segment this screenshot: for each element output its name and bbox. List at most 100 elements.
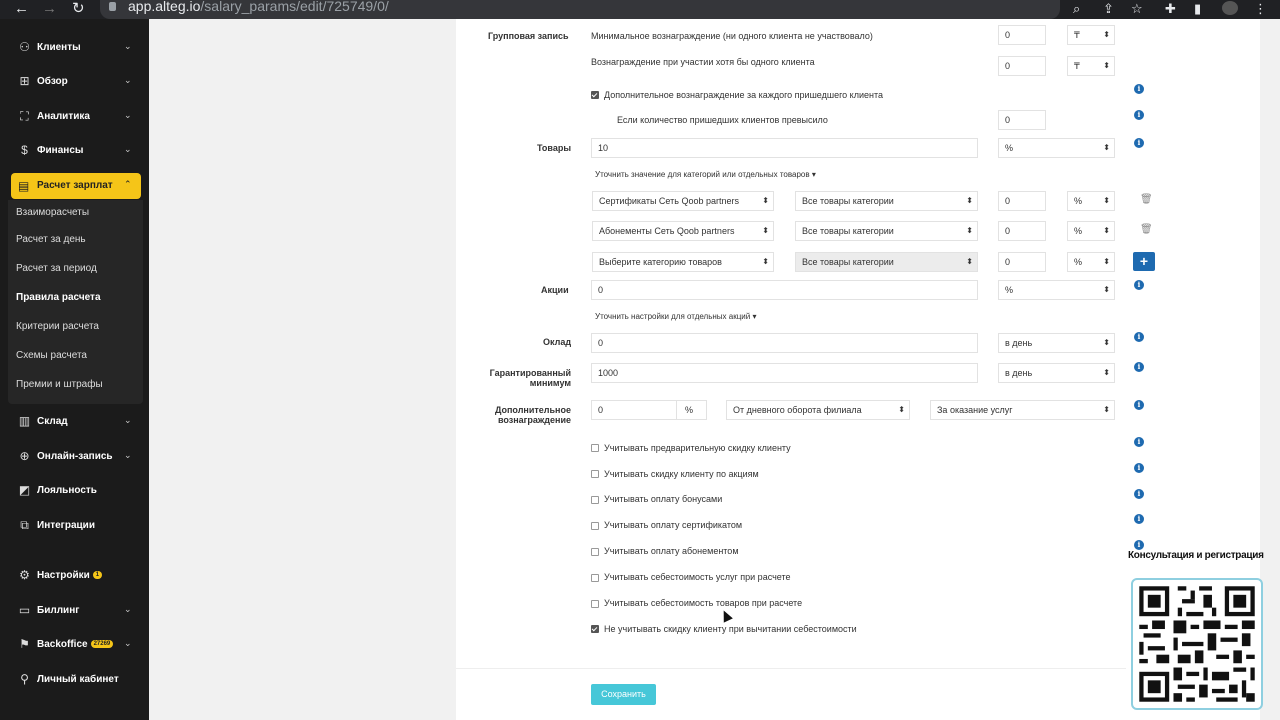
info-icon[interactable]: i [1134,84,1144,94]
goods-row-unit-select[interactable]: % ⬍ [1067,191,1115,211]
promo-refine-link[interactable]: Уточнить настройки для отдельных акций ▾ [595,312,756,321]
info-icon[interactable]: i [1134,540,1144,550]
info-icon[interactable]: i [1134,138,1144,148]
extensions-icon[interactable]: ✚ [1165,1,1176,17]
sidebar-item-online-booking[interactable]: ⊕ Онлайн-запись ⌄ [0,442,149,472]
info-icon[interactable]: i [1134,489,1144,499]
min-reward-input[interactable]: 0 [998,25,1046,45]
select-value: % [1074,196,1083,206]
select-arrows-icon: ⬍ [762,196,769,205]
sidebar-sub-day[interactable]: Расчет за день [16,234,86,245]
select-arrows-icon: ⬍ [1103,257,1110,266]
goods-label: Товары [537,143,572,153]
salary-input[interactable]: 0 [591,333,978,353]
info-icon[interactable]: i [1134,400,1144,410]
info-icon[interactable]: i [1134,362,1144,372]
group-booking-label: Групповая запись [488,31,569,41]
sidebar-sub-period[interactable]: Расчет за период [16,263,97,274]
option-checkbox[interactable] [591,600,599,608]
guaranteed-input[interactable]: 1000 [591,363,978,383]
option-checkbox[interactable] [591,548,599,556]
goods-row-unit-select[interactable]: % ⬍ [1067,252,1115,272]
avatar[interactable] [1222,1,1238,15]
goods-row-category-select[interactable]: Сертификаты Сеть Qoob partners ⬍ [592,191,774,211]
reload-icon[interactable]: ↻ [72,0,85,19]
sidebar-sub-settlements[interactable]: Взаиморасчеты [16,207,89,218]
qr-code-panel[interactable] [1131,578,1263,710]
info-icon[interactable]: i [1134,437,1144,447]
option-checkbox[interactable] [591,625,599,633]
min-reward-unit-select[interactable]: ₸ ⬍ [1067,25,1115,45]
option-label: Учитывать себестоимость товаров при расч… [604,598,803,608]
goods-row-unit-select[interactable]: % ⬍ [1067,221,1115,241]
goods-row-value-input[interactable]: 0 [998,191,1046,211]
info-icon[interactable]: i [1134,110,1144,120]
sidebar-item-loyalty[interactable]: ◩ Лояльность [0,476,149,506]
trash-icon[interactable]: 🗑 [1140,224,1153,235]
goods-row-value-input[interactable]: 0 [998,252,1046,272]
additional-type-select[interactable]: За оказание услуг ⬍ [930,400,1115,420]
info-icon[interactable]: i [1134,280,1144,290]
sidepanel-icon[interactable]: ▮ [1194,1,1201,17]
goods-unit-select[interactable]: % ⬍ [998,138,1115,158]
select-value: Все товары категории [802,257,894,267]
sidebar-sub-schemes[interactable]: Схемы расчета [16,350,87,361]
sidebar-sub-criteria[interactable]: Критерии расчета [16,321,99,332]
search-icon[interactable]: ⌕ [1073,1,1080,17]
salary-label: Оклад [543,337,572,347]
option-checkbox[interactable] [591,470,599,478]
goods-row-product-select[interactable]: Все товары категории ⬍ [795,221,978,241]
additional-label: Дополнительное вознаграждение [487,405,571,425]
goods-row-category-select[interactable]: Абонементы Сеть Qoob partners ⬍ [592,221,774,241]
promo-unit-select[interactable]: % ⬍ [998,280,1115,300]
sidebar-item-analytics[interactable]: ⛶ Аналитика ⌄ [0,102,149,132]
threshold-input[interactable]: 0 [998,110,1046,130]
back-icon[interactable]: ← [14,0,29,19]
additional-input[interactable]: 0% [591,400,707,420]
goods-row-value-input[interactable]: 0 [998,221,1046,241]
guaranteed-period-select[interactable]: в день ⬍ [998,363,1115,383]
info-icon[interactable]: i [1134,463,1144,473]
sidebar-item-warehouse[interactable]: ▥ Склад ⌄ [0,407,149,437]
option-checkbox[interactable] [591,444,599,452]
url-path: /salary_params/edit/725749/0/ [200,0,389,14]
extra-reward-checkbox[interactable] [591,91,599,99]
option-checkbox[interactable] [591,574,599,582]
option-checkbox[interactable] [591,522,599,530]
one-client-input[interactable]: 0 [998,56,1046,76]
sidebar-item-label: Обзор [37,76,68,87]
sidebar-item-settings[interactable]: ⚙ Настройки 1 [0,561,149,591]
option-checkbox[interactable] [591,496,599,504]
forward-icon[interactable]: → [42,0,57,19]
goods-row-category-select[interactable]: Выберите категорию товаров ⬍ [592,252,774,272]
sidebar-item-finance[interactable]: $ Финансы ⌄ [0,136,149,166]
sidebar-item-backoffice[interactable]: ⚑ Backoffice 27269 ⌄ [0,630,149,660]
backoffice-badge: 27269 [90,640,114,648]
goods-row-product-select[interactable]: Все товары категории ⬍ [795,191,978,211]
goods-refine-link[interactable]: Уточнить значение для категорий или отде… [595,170,816,179]
info-icon[interactable]: i [1134,514,1144,524]
select-arrows-icon: ⬍ [1103,143,1110,152]
sidebar-item-salary[interactable]: ▤ Расчет зарплат ⌃ [11,173,141,199]
sidebar-item-billing[interactable]: ▭ Биллинг ⌄ [0,596,149,626]
save-button[interactable]: Сохранить [591,684,656,705]
menu-icon[interactable]: ⋮ [1254,1,1267,17]
add-category-button[interactable]: + [1133,252,1155,271]
sidebar-item-integrations[interactable]: ⧉ Интеграции [0,511,149,541]
promo-input[interactable]: 0 [591,280,978,300]
additional-base-select[interactable]: От дневного оборота филиала ⬍ [726,400,910,420]
sidebar-item-account[interactable]: ⚲ Личный кабинет [0,665,149,695]
share-icon[interactable]: ⇪ [1103,1,1114,17]
sidebar-item-clients[interactable]: ⚇ Клиенты ⌄ [0,33,149,63]
trash-icon[interactable]: 🗑 [1140,194,1153,205]
option-label: Учитывать предварительную скидку клиенту [604,443,791,453]
salary-period-select[interactable]: в день ⬍ [998,333,1115,353]
address-bar[interactable]: app.alteg.io/salary_params/edit/725749/0… [100,0,1060,19]
info-icon[interactable]: i [1134,332,1144,342]
sidebar-item-overview[interactable]: ⊞ Обзор ⌄ [0,67,149,97]
star-icon[interactable]: ☆ [1131,1,1143,17]
one-client-unit-select[interactable]: ₸ ⬍ [1067,56,1115,76]
goods-input[interactable]: 10 [591,138,978,158]
sidebar-sub-bonuses[interactable]: Премии и штрафы [16,379,103,390]
sidebar-sub-rules[interactable]: Правила расчета [16,292,101,303]
